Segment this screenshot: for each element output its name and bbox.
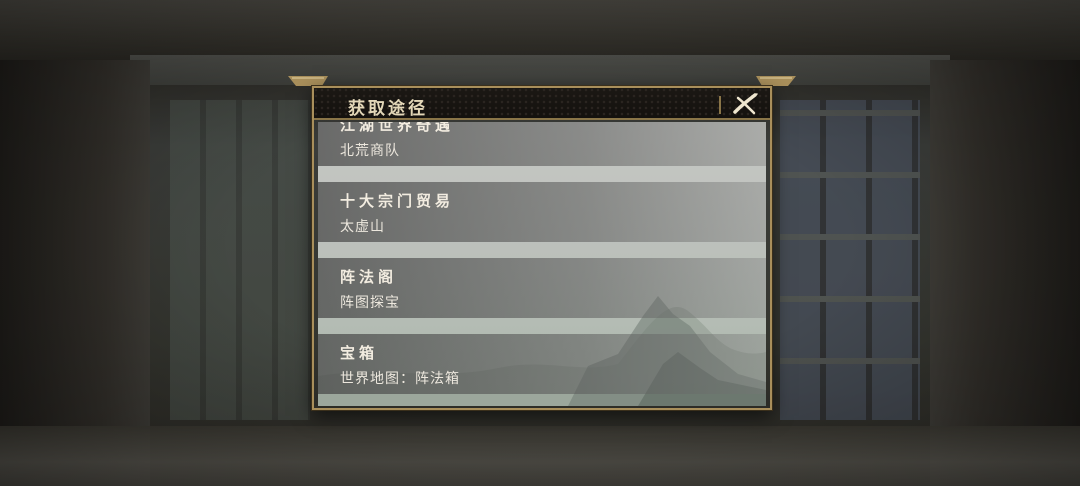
list-item[interactable]: 宝箱 世界地图：阵法箱 (318, 334, 766, 394)
source-title: 十大宗门贸易 (340, 192, 455, 210)
list-item[interactable]: 江湖世界奇遇 北荒商队 (318, 122, 766, 166)
source-title: 江湖世界奇遇 (340, 122, 455, 134)
dialog-title-bar: 获取途径 (314, 88, 770, 120)
list-item[interactable]: 阵法阁 阵图探宝 (318, 258, 766, 318)
title-divider (719, 96, 721, 114)
source-list[interactable]: 江湖世界奇遇 北荒商队 十大宗门贸易 太虚山 阵法阁 阵图探宝 宝箱 世界地图：… (318, 122, 766, 406)
source-title: 阵法阁 (340, 268, 398, 286)
source-detail: 世界地图：阵法箱 (340, 371, 460, 387)
close-button[interactable] (732, 92, 758, 116)
acquisition-dialog: 获取途径 江湖世界奇遇 北荒商队 十大宗门贸易 太虚山 阵法阁 阵图探宝 宝箱 … (288, 76, 796, 410)
source-detail: 太虚山 (340, 219, 385, 235)
source-detail: 阵图探宝 (340, 295, 400, 311)
source-title: 宝箱 (340, 344, 379, 362)
dialog-title: 获取途径 (348, 99, 428, 119)
list-item[interactable]: 十大宗门贸易 太虚山 (318, 182, 766, 242)
source-detail: 北荒商队 (340, 143, 400, 159)
close-brush-icon (733, 93, 758, 115)
